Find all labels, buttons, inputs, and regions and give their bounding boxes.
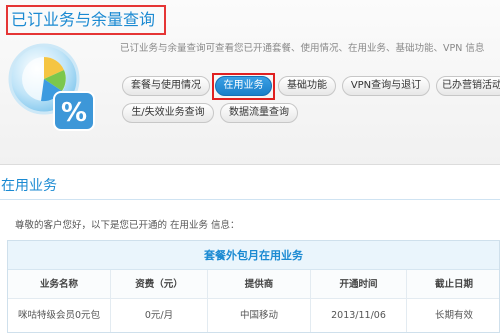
logo-percent-symbol: % — [61, 98, 87, 128]
percent-logo-icon: % — [8, 43, 95, 131]
tab-package-usage[interactable]: 套餐与使用情况 — [122, 76, 210, 96]
cell-provider: 中国移动 — [208, 299, 311, 332]
page-subtitle: 已订业务与余量查询可查看您已开通套餐、使用情况、在用业务、基础功能、VPN 信息 — [120, 43, 485, 54]
cell-start-date: 2013/11/06 — [311, 299, 407, 332]
column-header-service-name: 业务名称 — [8, 270, 111, 299]
tab-basic-functions[interactable]: 基础功能 — [278, 76, 336, 96]
column-header-provider: 提供商 — [208, 270, 311, 299]
cell-end-date: 长期有效 — [434, 310, 473, 321]
cell-fee: 0元/月 — [111, 299, 208, 332]
column-header-start-date: 开通时间 — [311, 270, 407, 299]
tab-service-status-query[interactable]: 生/失效业务查询 — [122, 103, 214, 123]
services-table: 套餐外包月在用业务 业务名称 资费（元） 提供商 开通时间 截止日期 咪咕特级会… — [7, 240, 500, 333]
intro-text: 尊敬的客户您好，以下是您已开通的 在用业务 信息： — [15, 220, 240, 231]
page-header: 已订业务与余量查询 已订业务与余量查询可查看您已开通套餐、使用情况、在用业务、基… — [0, 0, 500, 165]
active-tab-highlight — [212, 73, 275, 100]
page-title: 已订业务与余量查询 — [6, 5, 166, 35]
tab-marketing-activities[interactable]: 已办营销活动 — [436, 76, 500, 96]
table-caption: 套餐外包月在用业务 — [8, 241, 499, 270]
cell-service-name: 咪咕特级会员0元包 — [8, 299, 111, 332]
column-header-fee: 资费（元） — [111, 270, 208, 299]
column-header-end-date: 截止日期 — [407, 270, 499, 299]
tab-vpn-query[interactable]: VPN查询与退订 — [342, 76, 430, 96]
tab-data-usage-query[interactable]: 数据流量查询 — [220, 103, 298, 123]
section-heading: 在用业务 — [0, 176, 500, 200]
